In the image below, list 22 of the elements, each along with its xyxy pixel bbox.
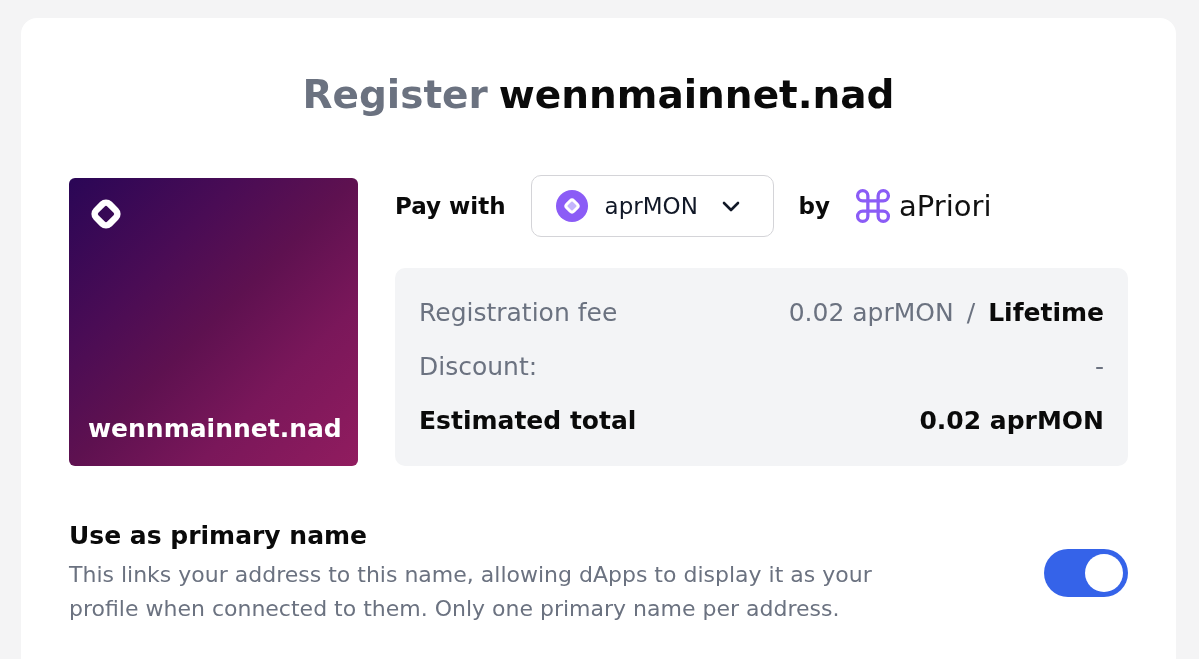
- primary-name-description: This links your address to this name, allowing dApps to display it as your profile when connected to them. Only one primary name per address.: [69, 561, 873, 623]
- rounded-diamond-icon: [88, 196, 124, 232]
- primary-name-title: Use as primary name: [69, 520, 368, 552]
- domain-title: wennmainnet.nad: [498, 71, 895, 119]
- register-label: Register: [302, 71, 488, 119]
- provider-name: aPriori: [899, 189, 992, 223]
- fee-label: Discount:: [419, 351, 538, 383]
- command-symbol-icon: [855, 188, 892, 224]
- token-select[interactable]: aprMON: [530, 175, 774, 237]
- caret-icon: [721, 200, 740, 212]
- fee-label: Estimated total: [419, 405, 637, 437]
- primary-name-toggle[interactable]: [1044, 549, 1128, 597]
- by-label: by: [798, 193, 831, 219]
- pay-with-label: Pay with: [395, 193, 506, 219]
- fee-period: Lifetime: [988, 297, 1104, 329]
- slash-separator: /: [966, 297, 976, 329]
- fee-value: 0.02 aprMON: [919, 405, 1104, 437]
- fee-value: -: [1094, 351, 1104, 383]
- preview-name: wennmainnet.nad: [88, 414, 342, 444]
- diamond-coin-icon: [555, 190, 588, 222]
- fee-value: 0.02 aprMON: [788, 297, 954, 329]
- fee-label: Registration fee: [419, 297, 618, 329]
